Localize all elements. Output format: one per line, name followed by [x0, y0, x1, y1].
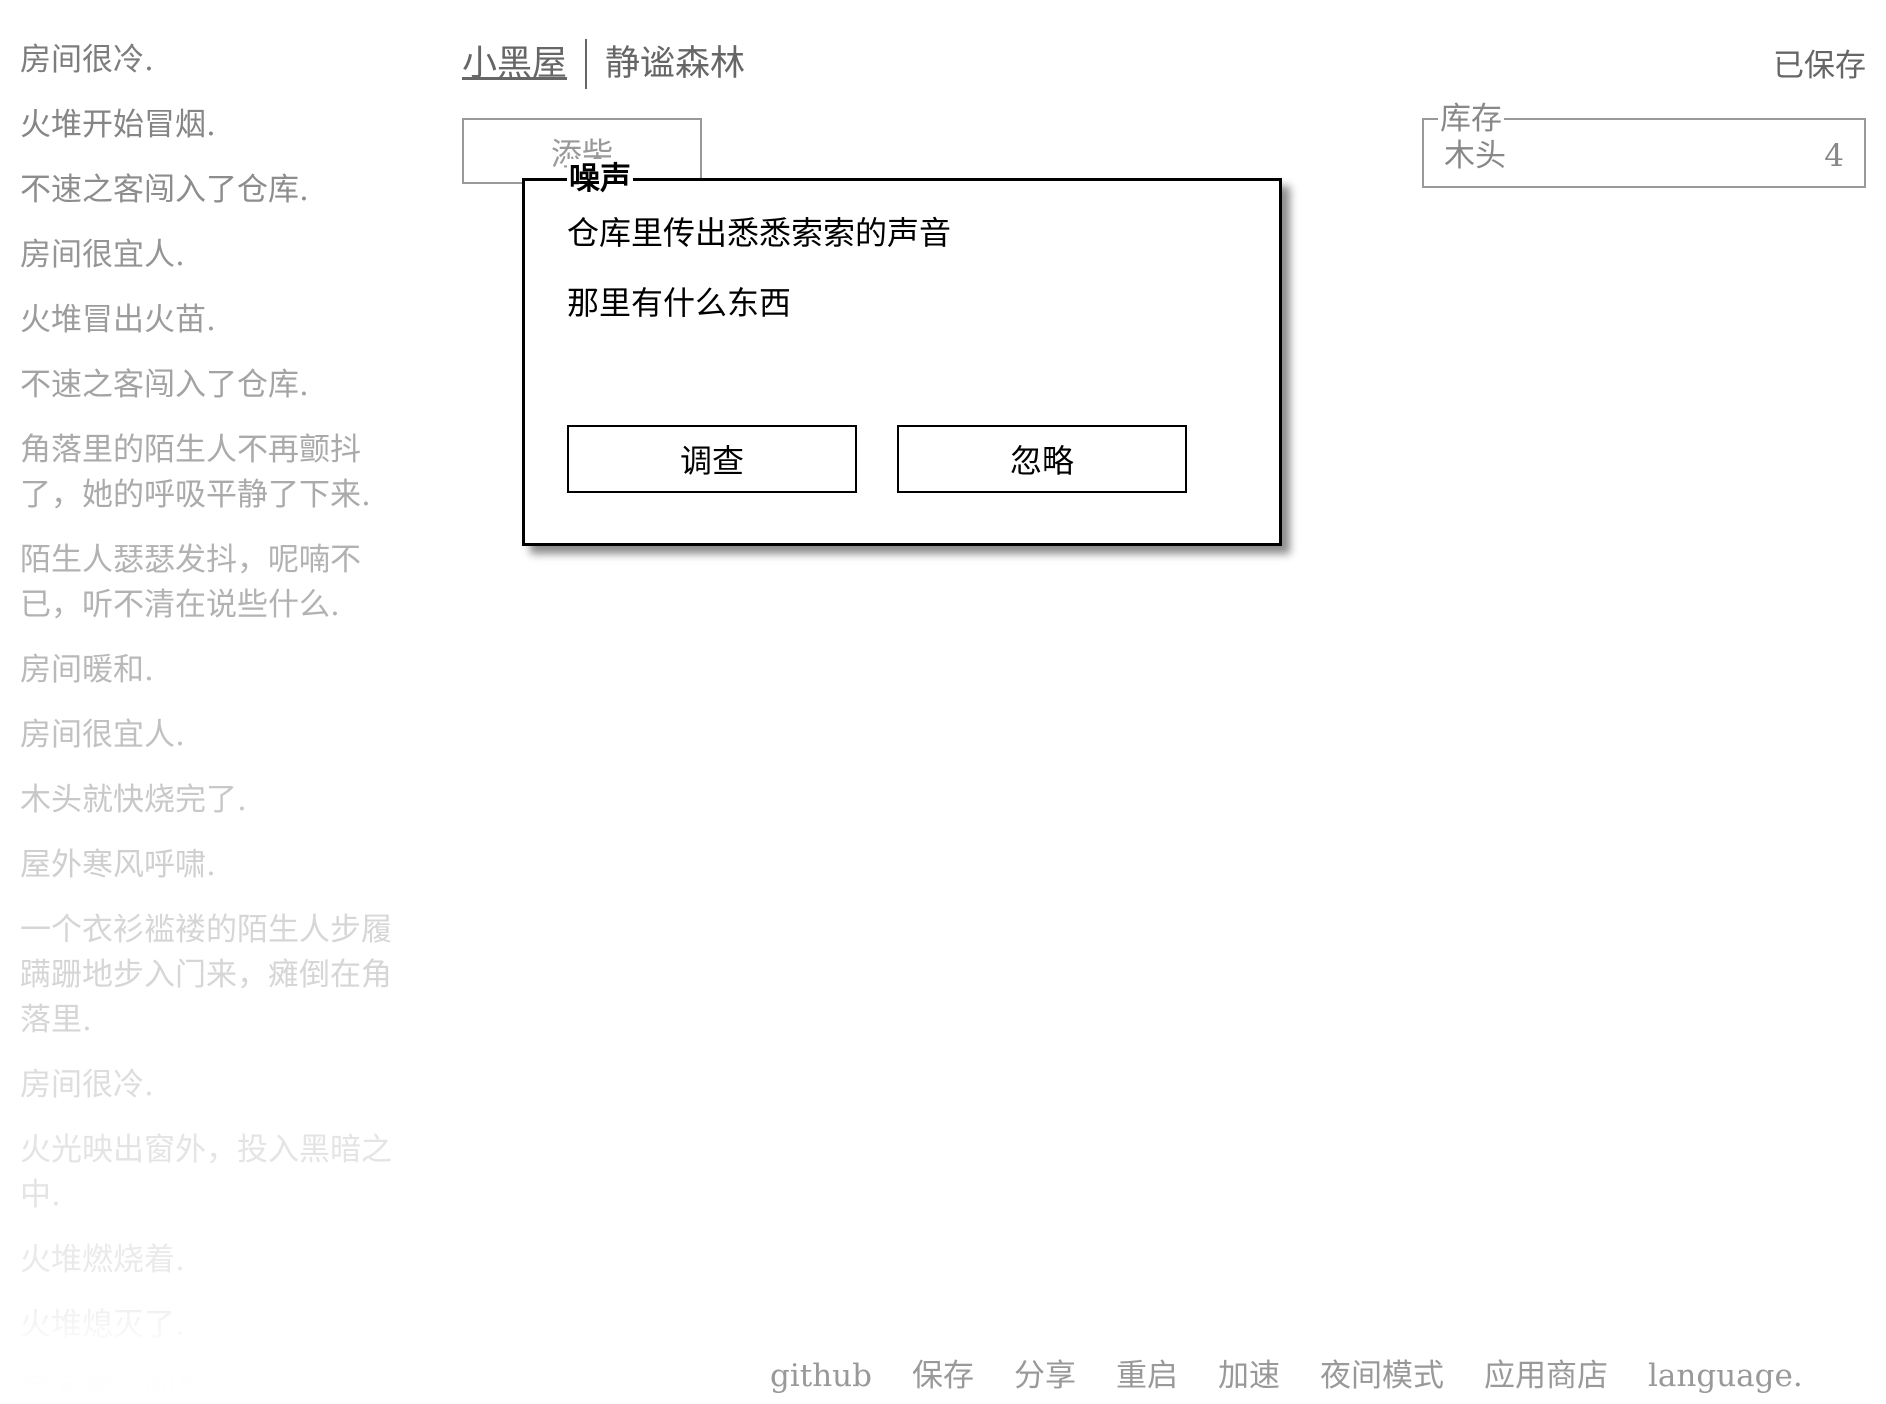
- notification-item: 火光映出窗外，投入黑暗之中.: [20, 1132, 392, 1213]
- store-row-wood: 木头 4: [1444, 138, 1844, 174]
- ignore-button[interactable]: 忽略: [897, 425, 1187, 493]
- notification-item: 木头就快烧完了.: [20, 782, 247, 818]
- notification-item: 房间暖和.: [20, 652, 154, 688]
- footer-link[interactable]: language.: [1648, 1356, 1803, 1396]
- store-item-count: 4: [1824, 138, 1844, 174]
- event-title: 噪声: [567, 159, 633, 199]
- notification-log: 房间很冷. 火堆开始冒烟. 不速之客闯入了仓库. 房间很宜人. 火堆冒出火苗. 不速之客闯…: [20, 38, 412, 1404]
- footer-link[interactable]: 夜间模式: [1320, 1356, 1444, 1396]
- footer-links: github 保存 分享 重启 加速 夜间模式 应用商店 language.: [770, 1356, 1843, 1396]
- event-dialog: 噪声 仓库里传出悉悉索索的声音 那里有什么东西 调查 忽略: [522, 159, 1282, 546]
- notification-item: 房间很宜人.: [20, 237, 185, 273]
- notification-item: 屋外寒风呼啸.: [20, 847, 216, 883]
- notification-item: 房间很冷.: [20, 1067, 154, 1103]
- footer: github 保存 分享 重启 加速 夜间模式 应用商店 language.: [0, 1304, 1886, 1404]
- store-item-name: 木头: [1444, 138, 1506, 174]
- notification-item: 房间很冷.: [20, 42, 154, 78]
- notification-item: 火堆冒出火苗.: [20, 302, 216, 338]
- notification-item: 火堆燃烧着.: [20, 1242, 185, 1278]
- footer-link[interactable]: 加速: [1218, 1356, 1280, 1396]
- notification-item: 一个衣衫褴褛的陌生人步履蹒跚地步入门来，瘫倒在角落里.: [20, 912, 392, 1038]
- footer-link[interactable]: 分享: [1014, 1356, 1076, 1396]
- notification-item: 角落里的陌生人不再颤抖了，她的呼吸平静了下来.: [20, 432, 371, 513]
- event-text-line: 仓库里传出悉悉索索的声音: [567, 214, 952, 252]
- footer-link[interactable]: 应用商店: [1484, 1356, 1608, 1396]
- footer-link[interactable]: github: [770, 1356, 872, 1396]
- tab-forest[interactable]: 静谧森林: [587, 39, 763, 89]
- investigate-button[interactable]: 调查: [567, 425, 857, 493]
- notification-item: 不速之客闯入了仓库.: [20, 172, 309, 208]
- footer-link[interactable]: 重启: [1116, 1356, 1178, 1396]
- notification-item: 不速之客闯入了仓库.: [20, 367, 309, 403]
- game-stage: 房间很冷. 火堆开始冒烟. 不速之客闯入了仓库. 房间很宜人. 火堆冒出火苗. 不速之客闯…: [0, 0, 1886, 1404]
- location-header: 小黑屋 静谧森林: [462, 38, 763, 90]
- notification-item: 火堆开始冒烟.: [20, 107, 216, 143]
- notification-item: 房间很宜人.: [20, 717, 185, 753]
- save-status: 已保存: [1773, 48, 1866, 84]
- stores-panel: 库存 木头 4: [1422, 102, 1866, 188]
- notification-item: 陌生人瑟瑟发抖，呢喃不已，听不清在说些什么.: [20, 542, 361, 623]
- footer-link[interactable]: 保存: [912, 1356, 974, 1396]
- stores-legend: 库存: [1438, 101, 1504, 137]
- tab-room[interactable]: 小黑屋: [462, 39, 585, 89]
- event-text-line: 那里有什么东西: [567, 284, 792, 322]
